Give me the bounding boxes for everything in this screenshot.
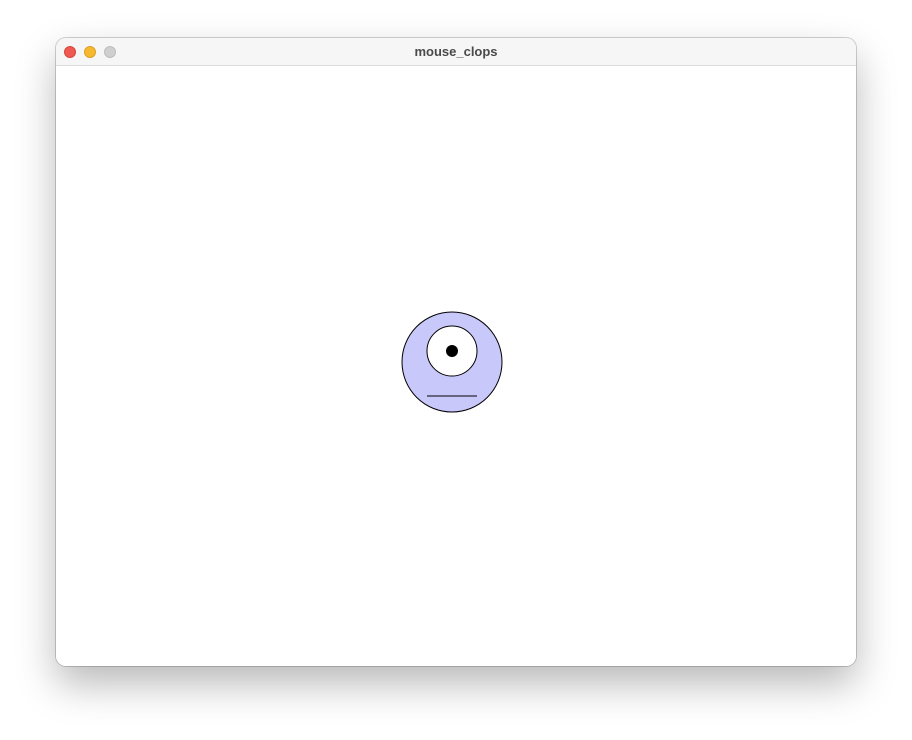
creature-pupil [446,345,458,357]
app-window: mouse_clops [56,38,856,666]
sketch-canvas[interactable] [56,66,856,666]
sketch-svg [401,311,503,413]
window-title: mouse_clops [414,44,498,59]
title-bar[interactable]: mouse_clops [56,38,856,66]
